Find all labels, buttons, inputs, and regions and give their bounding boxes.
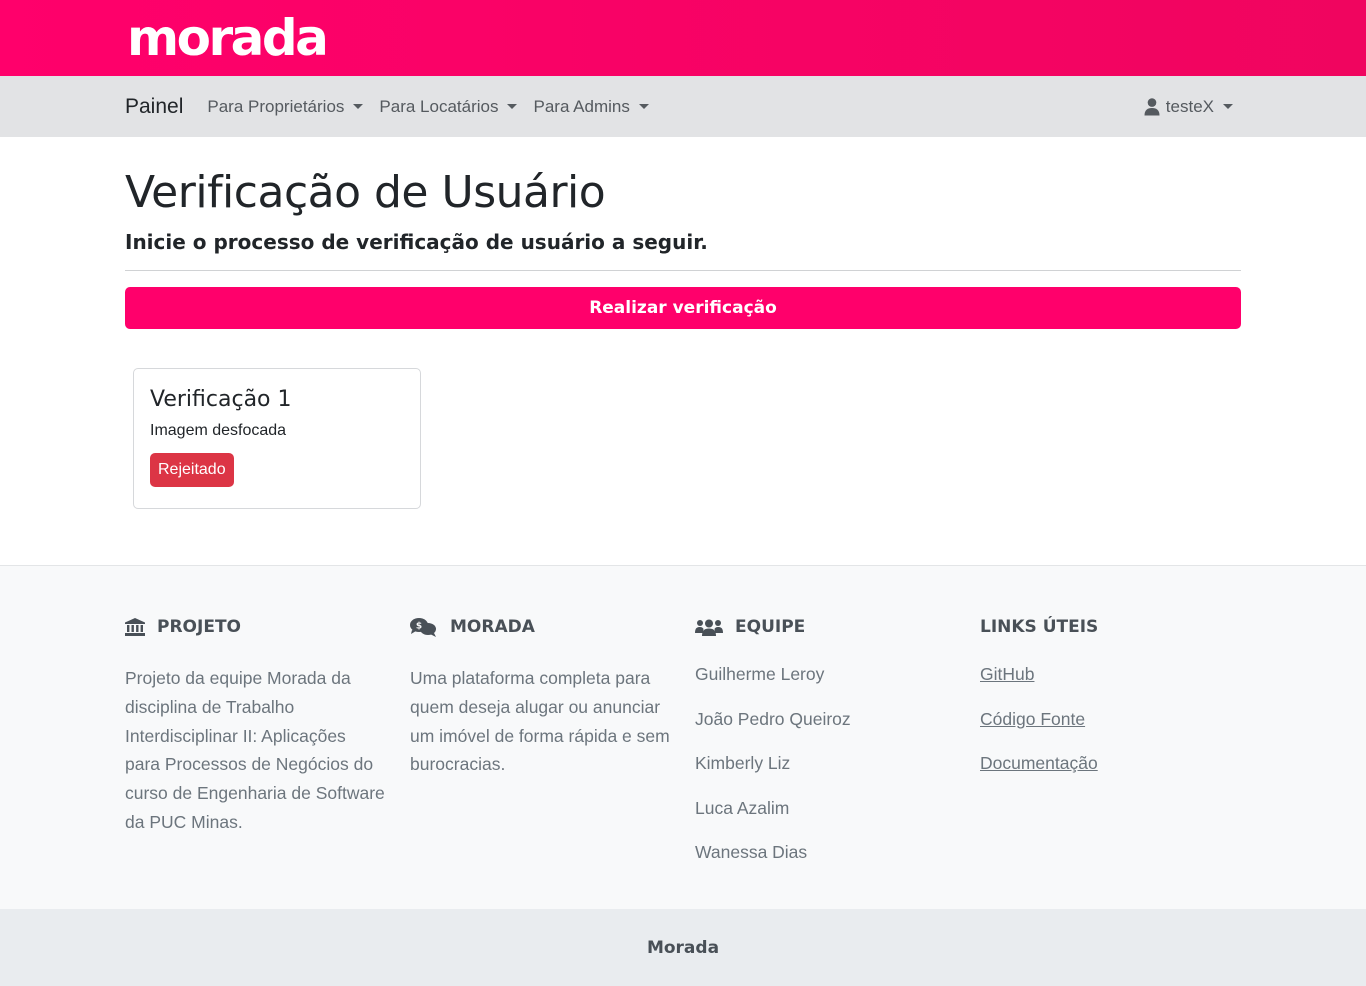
divider bbox=[125, 270, 1241, 271]
chevron-down-icon bbox=[1223, 104, 1233, 109]
footer-heading-text: MORADA bbox=[450, 617, 535, 637]
nav-menu-proprietarios[interactable]: Para Proprietários bbox=[207, 96, 364, 117]
comments-dollar-icon: $ bbox=[410, 618, 436, 637]
user-icon bbox=[1144, 97, 1160, 115]
footer-col-links: LINKS ÚTEIS GitHub Código Fonte Document… bbox=[980, 616, 1240, 798]
realizar-verificacao-button[interactable]: Realizar verificação bbox=[125, 287, 1241, 329]
team-list: Guilherme Leroy João Pedro Queiroz Kimbe… bbox=[695, 664, 955, 863]
team-member: Luca Azalim bbox=[695, 797, 790, 818]
nav-menu-label: Para Locatários bbox=[379, 96, 499, 116]
page-subtitle: Inicie o processo de verificação de usuá… bbox=[125, 230, 708, 254]
team-member: Kimberly Liz bbox=[695, 753, 791, 773]
footer-col-projeto: PROJETO Projeto da equipe Morada da disc… bbox=[125, 616, 385, 837]
links-list: GitHub Código Fonte Documentação bbox=[980, 664, 1240, 774]
main-content: Verificação de Usuário Inicie o processo… bbox=[125, 137, 1241, 509]
users-icon bbox=[695, 619, 723, 636]
chevron-down-icon bbox=[353, 104, 364, 109]
footer-heading-text: EQUIPE bbox=[735, 617, 806, 637]
footer-morada-text: Uma plataforma completa para quem deseja… bbox=[410, 668, 670, 775]
nav-menu-label: Para Admins bbox=[533, 96, 630, 116]
bank-icon bbox=[125, 618, 145, 636]
footer-col-equipe: EQUIPE Guilherme Leroy João Pedro Queiro… bbox=[695, 616, 955, 887]
team-member: Guilherme Leroy bbox=[695, 664, 825, 684]
status-badge: Rejeitado bbox=[150, 453, 234, 487]
user-name: testeX bbox=[1165, 96, 1214, 116]
link-documentacao[interactable]: Documentação bbox=[980, 753, 1240, 774]
top-navbar: Painel Para Proprietários Para Locatário… bbox=[0, 76, 1366, 137]
footer: PROJETO Projeto da equipe Morada da disc… bbox=[0, 565, 1366, 909]
footer-heading-text: PROJETO bbox=[157, 617, 241, 637]
bottom-bar: Morada bbox=[0, 909, 1366, 986]
user-menu[interactable]: testeX bbox=[1144, 97, 1233, 117]
nav-menu-admins[interactable]: Para Admins bbox=[533, 96, 649, 117]
bottom-bar-text: Morada bbox=[646, 937, 720, 958]
nav-menu-label: Para Proprietários bbox=[207, 96, 345, 116]
link-github[interactable]: GitHub bbox=[980, 664, 1240, 685]
link-codigo-fonte[interactable]: Código Fonte bbox=[980, 709, 1240, 730]
navbar-inner: Painel Para Proprietários Para Locatário… bbox=[125, 76, 1241, 137]
footer-col-morada: $ MORADA Uma plataforma completa para qu… bbox=[410, 616, 670, 779]
chevron-down-icon bbox=[638, 104, 649, 109]
morada-logo[interactable]: morada bbox=[127, 8, 329, 68]
footer-heading-projeto: PROJETO bbox=[125, 616, 385, 638]
footer-project-text: Projeto da equipe Morada da disciplina d… bbox=[125, 668, 385, 832]
card-reason: Imagem desfocada bbox=[150, 422, 287, 439]
verification-card: Verificação 1 Imagem desfocada Rejeitado bbox=[133, 368, 421, 509]
page-title: Verificação de Usuário bbox=[125, 167, 606, 218]
footer-heading-links: LINKS ÚTEIS bbox=[980, 616, 1240, 638]
nav-menu-locatarios[interactable]: Para Locatários bbox=[379, 96, 518, 117]
card-title: Verificação 1 bbox=[150, 387, 292, 412]
chevron-down-icon bbox=[507, 104, 518, 109]
footer-heading-equipe: EQUIPE bbox=[695, 616, 955, 638]
footer-heading-text: LINKS ÚTEIS bbox=[980, 617, 1099, 637]
team-member: João Pedro Queiroz bbox=[695, 708, 851, 729]
brand-header: morada bbox=[0, 0, 1366, 76]
nav-brand-painel[interactable]: Painel bbox=[125, 95, 183, 119]
svg-text:$: $ bbox=[416, 622, 422, 632]
footer-heading-morada: $ MORADA bbox=[410, 616, 670, 638]
team-member: Wanessa Dias bbox=[695, 842, 808, 862]
